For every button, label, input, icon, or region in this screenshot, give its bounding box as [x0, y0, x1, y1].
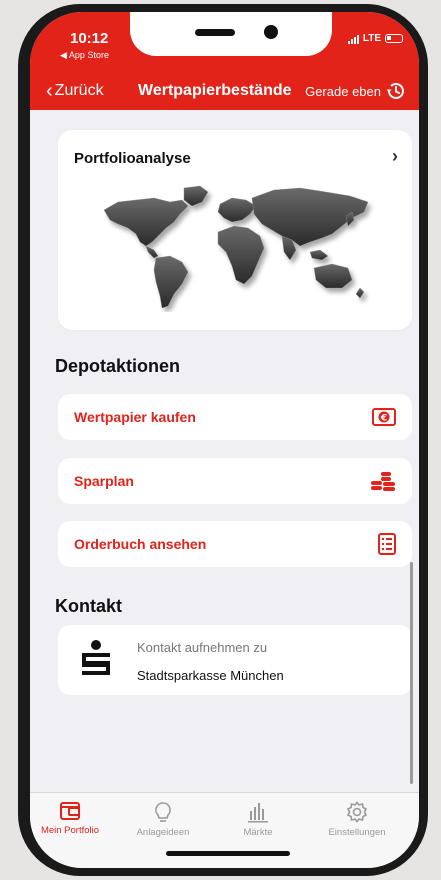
refresh-button[interactable]: Gerade eben: [305, 80, 407, 102]
svg-text:€: €: [380, 414, 387, 424]
contact-card[interactable]: Kontakt aufnehmen zu Stadtsparkasse Münc…: [58, 625, 412, 695]
back-label: Zurück: [54, 82, 104, 99]
signal-icon: [347, 34, 359, 44]
buy-security-label: Wertpapier kaufen: [74, 409, 196, 425]
contact-bank-name: Stadtsparkasse München: [137, 668, 284, 683]
tab-bar: Mein Portfolio Anlageideen Märkte Einste…: [30, 792, 419, 868]
scrollbar[interactable]: [410, 562, 413, 784]
gear-icon: [346, 801, 368, 823]
home-indicator: [166, 851, 290, 856]
sparkasse-logo-icon: [82, 640, 110, 675]
navigation-bar: ‹ Zurück Wertpapierbestände Gerade eben: [30, 76, 419, 106]
status-indicators: LTE: [347, 33, 403, 44]
lightbulb-icon: [155, 802, 171, 822]
history-clock-icon: [386, 83, 404, 99]
app-screen: 10:12 ◀ App Store LTE ‹ Zurück Wertpapie…: [30, 12, 419, 868]
tab-einstellungen[interactable]: Einstellungen: [312, 801, 402, 838]
chevron-left-icon: ‹: [46, 80, 53, 102]
refresh-status-label: Gerade eben: [305, 83, 381, 99]
portfolio-title: Portfolioanalyse: [74, 150, 191, 167]
document-list-icon: [378, 533, 396, 555]
tab-label: Anlageideen: [136, 827, 190, 838]
order-book-button[interactable]: Orderbuch ansehen: [58, 521, 412, 567]
savings-plan-label: Sparplan: [74, 473, 134, 489]
page-title: Wertpapierbestände: [138, 82, 292, 99]
tab-label: Mein Portfolio: [40, 825, 100, 836]
savings-plan-button[interactable]: Sparplan: [58, 458, 412, 504]
speaker-grille: [195, 29, 235, 36]
back-to-app-store-link[interactable]: ◀ App Store: [60, 50, 109, 61]
buy-security-button[interactable]: Wertpapier kaufen €: [58, 394, 412, 440]
front-camera: [264, 25, 278, 39]
contact-heading: Kontakt: [55, 596, 122, 616]
device-notch: [130, 12, 332, 56]
chevron-right-icon: ›: [392, 146, 398, 166]
header-bar: 10:12 ◀ App Store LTE ‹ Zurück Wertpapie…: [30, 12, 419, 110]
network-label: LTE: [362, 33, 381, 44]
bar-chart-icon: [248, 803, 268, 823]
battery-icon: [385, 34, 403, 43]
tab-anlageideen[interactable]: Anlageideen: [118, 801, 208, 838]
world-map-image: [103, 185, 369, 309]
coin-stack-icon: [370, 471, 396, 491]
tab-mein-portfolio[interactable]: Mein Portfolio: [30, 801, 115, 836]
back-button[interactable]: ‹ Zurück: [46, 81, 104, 101]
wallet-icon: [60, 802, 80, 820]
tab-label: Einstellungen: [328, 827, 386, 838]
depot-actions-heading: Depotaktionen: [55, 356, 181, 376]
tab-label: Märkte: [243, 827, 273, 838]
tab-maerkte[interactable]: Märkte: [213, 801, 303, 838]
contact-prompt: Kontakt aufnehmen zu: [137, 640, 268, 655]
order-book-label: Orderbuch ansehen: [74, 536, 207, 552]
status-time: 10:12: [70, 30, 109, 47]
portfolio-analysis-card[interactable]: Portfolioanalyse ›: [58, 130, 412, 330]
euro-banknote-icon: €: [372, 408, 396, 426]
